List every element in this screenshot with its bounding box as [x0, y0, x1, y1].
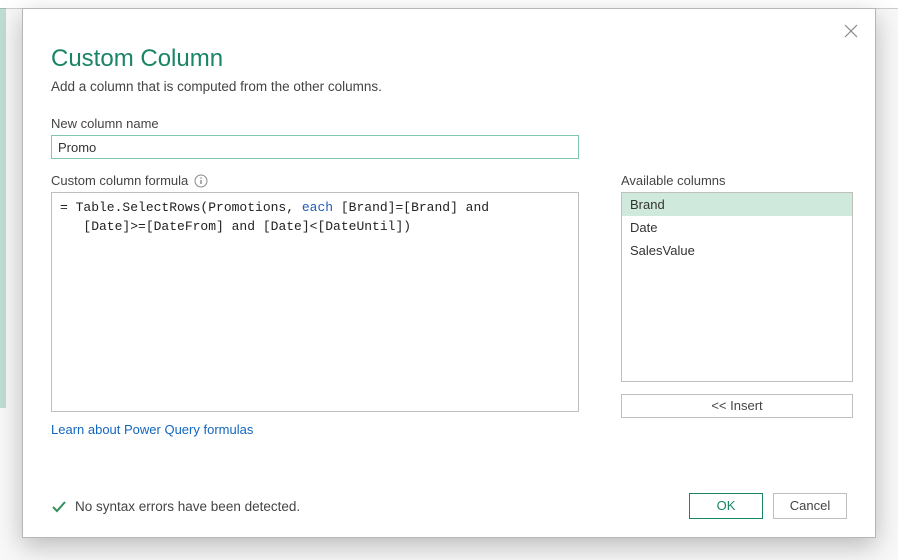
learn-link[interactable]: Learn about Power Query formulas: [51, 422, 579, 437]
status-text: No syntax errors have been detected.: [75, 499, 300, 514]
formula-label: Custom column formula: [51, 173, 188, 188]
status-message: No syntax errors have been detected.: [51, 498, 300, 514]
formula-text-line2: [Date]>=[DateFrom] and [Date]<[DateUntil…: [60, 219, 411, 234]
dialog-subtitle: Add a column that is computed from the o…: [51, 79, 847, 94]
dialog-title: Custom Column: [51, 45, 847, 73]
info-icon[interactable]: [194, 174, 208, 188]
insert-button[interactable]: << Insert: [621, 394, 853, 418]
list-item[interactable]: SalesValue: [622, 239, 852, 262]
dialog-footer: No syntax errors have been detected. OK …: [51, 493, 847, 519]
background-accent: [0, 8, 6, 408]
formula-keyword: each: [302, 200, 333, 215]
available-columns-label: Available columns: [621, 173, 853, 188]
ok-button[interactable]: OK: [689, 493, 763, 519]
formula-text-prefix: = Table.SelectRows(Promotions,: [60, 200, 302, 215]
formula-editor[interactable]: = Table.SelectRows(Promotions, each [Bra…: [51, 192, 579, 412]
new-column-name-input[interactable]: [51, 135, 579, 159]
list-item[interactable]: Brand: [622, 193, 852, 216]
cancel-button[interactable]: Cancel: [773, 493, 847, 519]
formula-text-rest1: [Brand]=[Brand] and: [333, 200, 489, 215]
check-icon: [51, 498, 67, 514]
available-columns-list[interactable]: Brand Date SalesValue: [621, 192, 853, 382]
new-column-name-label: New column name: [51, 116, 847, 131]
close-icon[interactable]: [843, 23, 859, 39]
custom-column-dialog: Custom Column Add a column that is compu…: [22, 8, 876, 538]
list-item[interactable]: Date: [622, 216, 852, 239]
